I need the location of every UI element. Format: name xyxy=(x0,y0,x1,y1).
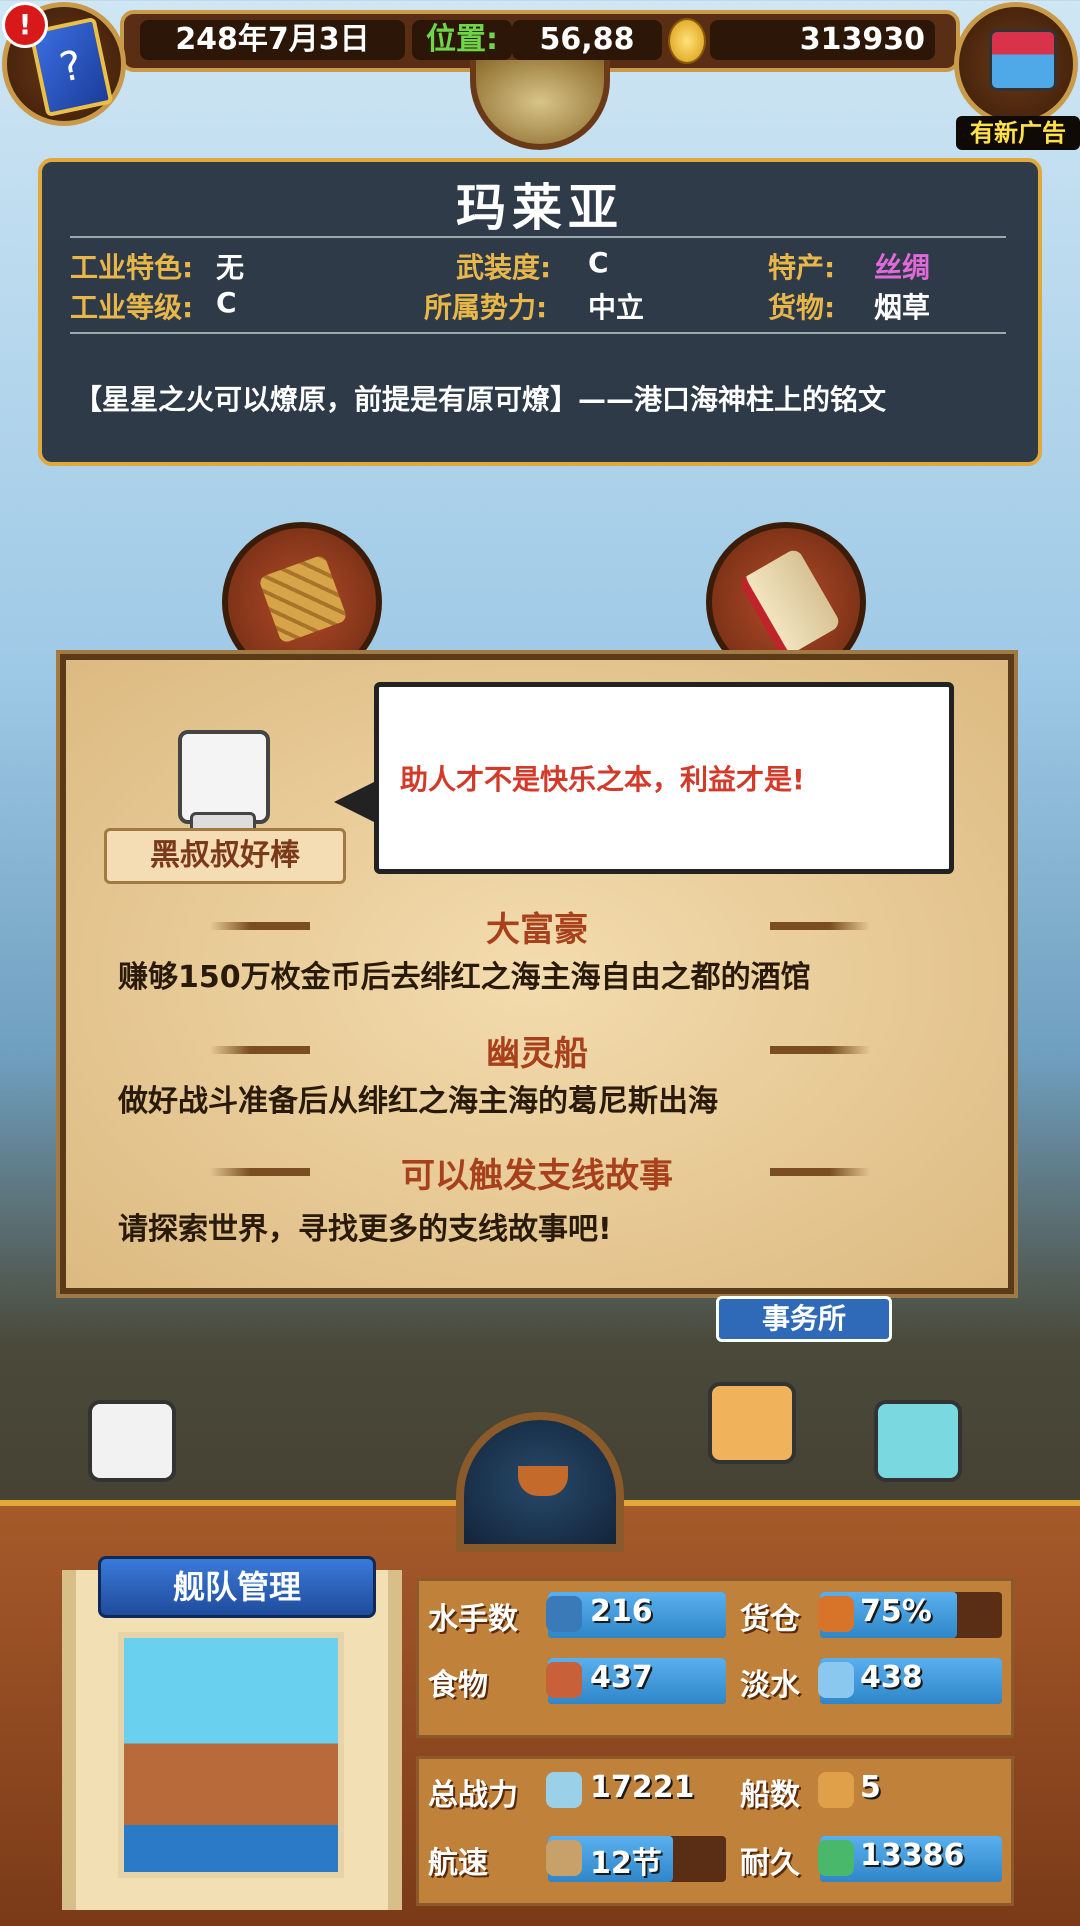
cargo-icon xyxy=(818,1596,854,1632)
faction-value: 中立 xyxy=(588,291,645,324)
fleet-management-button[interactable]: 舰队管理 xyxy=(98,1556,376,1618)
divider xyxy=(70,332,1006,334)
gold-coin-icon xyxy=(668,18,706,64)
swords-icon xyxy=(546,1772,582,1808)
cargo-value: 75% xyxy=(860,1594,932,1629)
specialty-label: 特产: xyxy=(768,251,836,284)
industry-level-value: C xyxy=(216,286,237,319)
food-label: 食物 xyxy=(428,1668,488,1703)
water-icon xyxy=(818,1662,854,1698)
power-label: 总战力 xyxy=(428,1778,518,1813)
npc-mascot xyxy=(88,1400,176,1482)
game-date: 248年7月3日 xyxy=(140,20,405,60)
ship-cutaway-image[interactable] xyxy=(118,1632,344,1878)
industry-level-label: 工业等级: xyxy=(70,291,194,324)
ad-chest-button[interactable] xyxy=(954,2,1078,126)
goods-value: 烟草 xyxy=(874,291,931,324)
shiba-dog-mascot xyxy=(708,1382,796,1464)
durability-icon xyxy=(818,1840,854,1876)
ships-label: 船数 xyxy=(740,1778,800,1813)
goods-label: 货物: xyxy=(768,291,836,324)
sailors-value: 216 xyxy=(590,1594,653,1629)
story-text: 做好战斗准备后从绯红之海主海的葛尼斯出海 xyxy=(118,1084,718,1119)
boat-icon xyxy=(518,1466,568,1496)
speech-bubble-tail xyxy=(334,780,378,824)
durability-label: 耐久 xyxy=(740,1846,800,1881)
faction-label: 所属势力: xyxy=(424,291,548,324)
world-map-compass-button[interactable] xyxy=(470,60,610,150)
speed-value: 12节 xyxy=(590,1846,662,1881)
office-sign[interactable]: 事务所 xyxy=(716,1296,892,1342)
industry-feature-label: 工业特色: xyxy=(70,251,194,284)
meat-icon xyxy=(546,1662,582,1698)
armament-value: C xyxy=(588,246,609,279)
story-text: 请探索世界，寻找更多的支线故事吧! xyxy=(118,1212,612,1247)
story-text: 赚够150万枚金币后去绯红之海主海自由之都的酒馆 xyxy=(118,960,811,995)
food-value: 437 xyxy=(590,1660,653,1695)
alert-badge: ! xyxy=(2,2,48,48)
ships-value: 5 xyxy=(860,1770,881,1805)
gold-amount: 313930 xyxy=(710,20,935,60)
port-inscription: 【星星之火可以燎原，前提是有原可燎】——港口海神柱上的铭文 xyxy=(74,383,887,416)
speed-icon xyxy=(546,1840,582,1876)
npc-avatar xyxy=(178,730,270,824)
water-label: 淡水 xyxy=(740,1668,800,1703)
story-title: 可以触发支线故事 xyxy=(401,1156,673,1196)
industry-feature-value: 无 xyxy=(216,251,245,284)
specialty-value: 丝绸 xyxy=(874,251,931,284)
speed-label: 航速 xyxy=(428,1846,488,1881)
water-value: 438 xyxy=(860,1660,923,1695)
port-name: 玛莱亚 xyxy=(456,179,624,237)
new-ad-label[interactable]: 有新广告 xyxy=(956,116,1080,150)
power-value: 17221 xyxy=(590,1770,695,1805)
ship-count-icon xyxy=(818,1772,854,1808)
durability-value: 13386 xyxy=(860,1838,965,1873)
sailor-icon xyxy=(546,1596,582,1632)
cat-mascot xyxy=(874,1400,962,1482)
position-value: 56,88 xyxy=(512,20,662,60)
position-label: 位置: xyxy=(412,20,512,60)
cargo-label: 货仓 xyxy=(740,1602,800,1637)
sail-button[interactable] xyxy=(456,1412,624,1552)
scroll-icon xyxy=(738,547,842,659)
story-title: 幽灵船 xyxy=(486,1034,588,1074)
sailors-label: 水手数 xyxy=(428,1602,518,1637)
dock-icon xyxy=(258,554,348,644)
npc-name: 黑叔叔好棒 xyxy=(104,828,346,884)
story-title: 大富豪 xyxy=(486,910,588,950)
treasure-chest-icon xyxy=(989,29,1057,91)
npc-speech: 助人才不是快乐之本，利益才是! xyxy=(400,763,805,796)
divider xyxy=(70,236,1006,238)
armament-label: 武装度: xyxy=(456,251,552,284)
